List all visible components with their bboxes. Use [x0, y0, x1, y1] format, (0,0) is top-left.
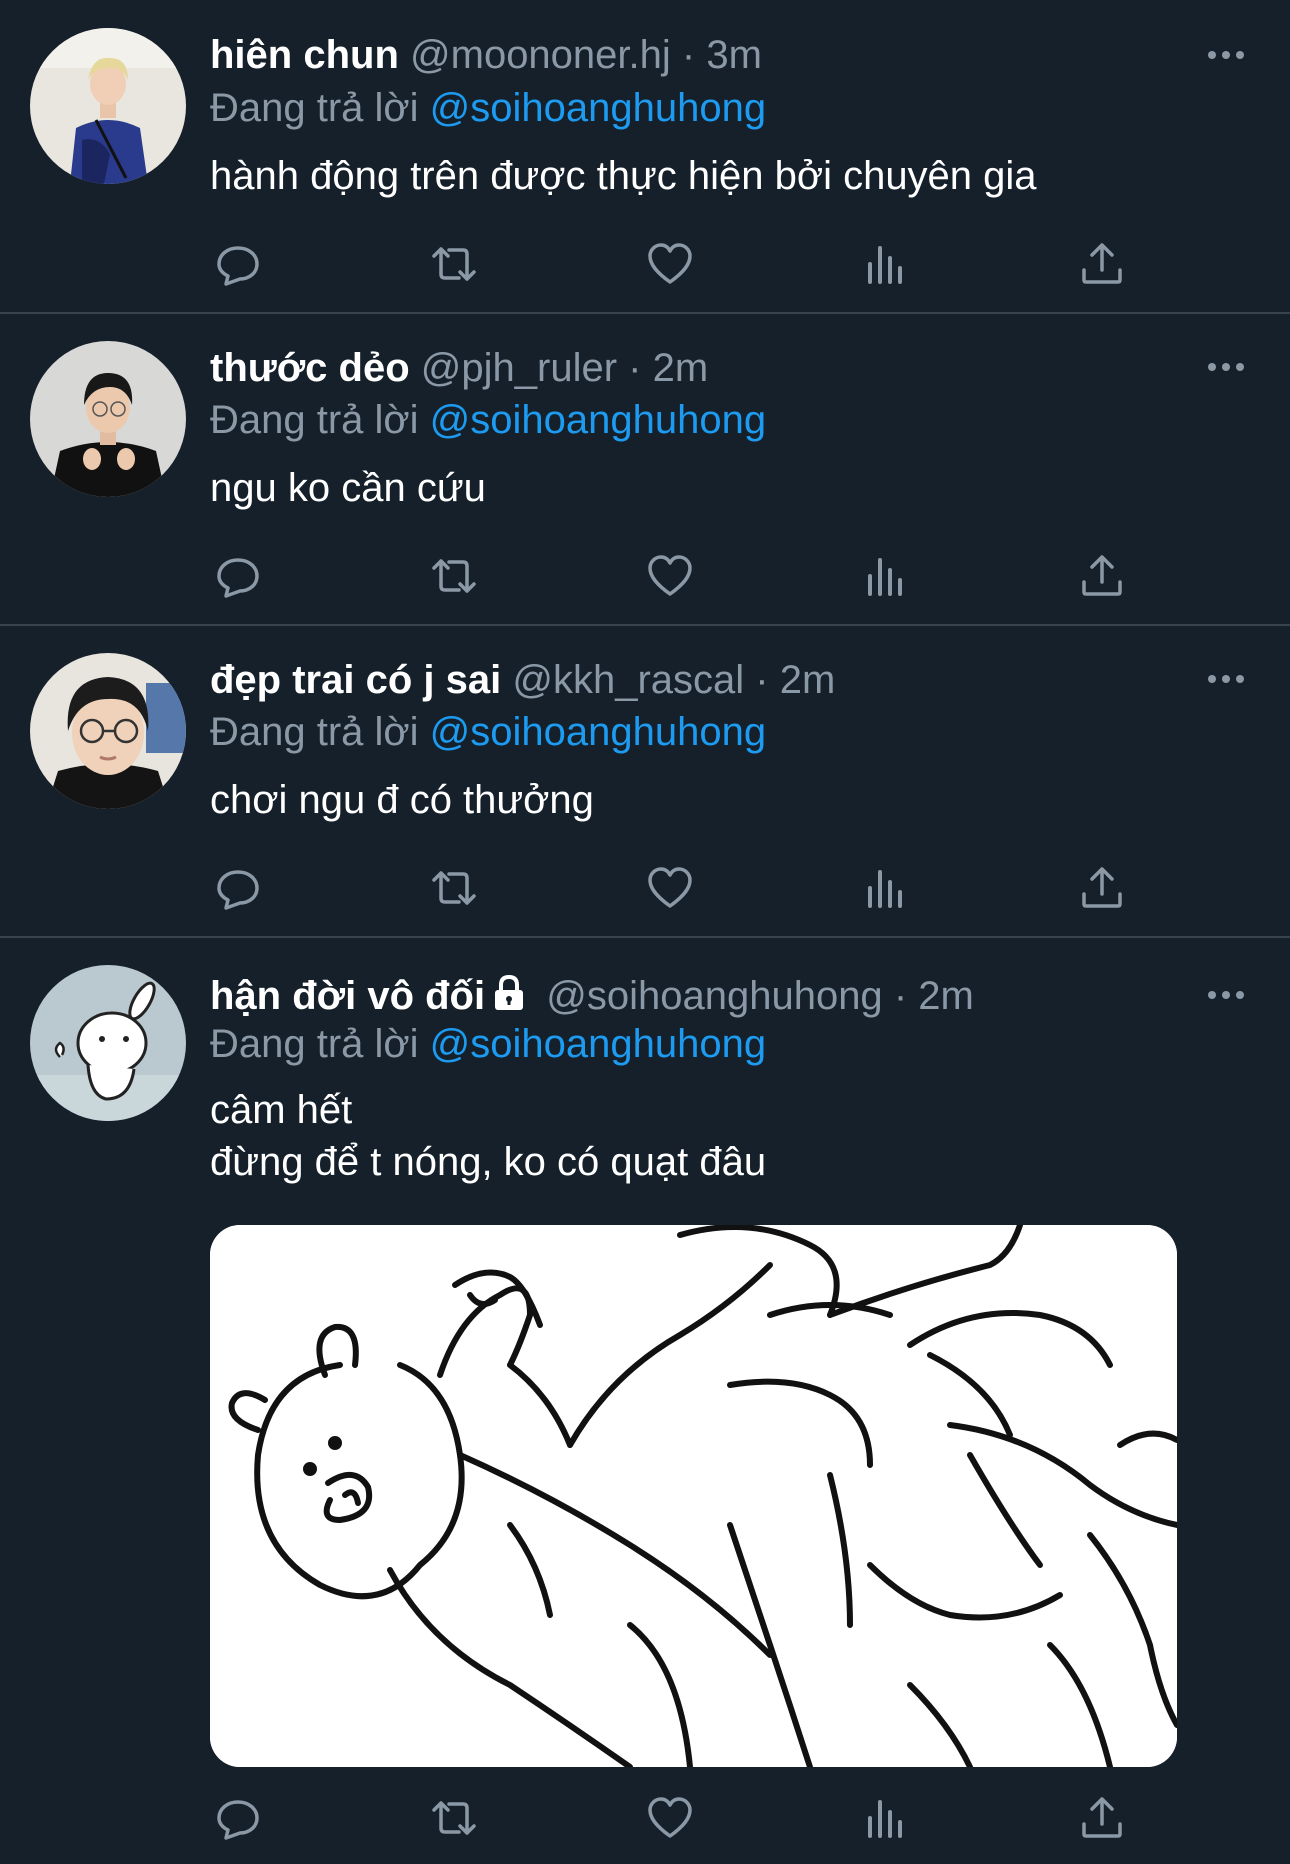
avatar[interactable]: [30, 341, 186, 497]
reply-label: Đang trả lời: [210, 398, 419, 442]
display-name[interactable]: thước dẻo: [210, 346, 410, 390]
share-icon: [1082, 1797, 1122, 1838]
reply-mention[interactable]: @soihoanghuhong: [430, 1022, 766, 1066]
views-icon: [868, 246, 902, 284]
tweet-header: đẹp trai có j sai @kkh_rascal · 2m: [210, 652, 1200, 708]
share-icon: [1082, 243, 1122, 284]
tweet-text-line: đừng để t nóng, ko có quạt đâu: [210, 1140, 767, 1184]
reply-label: Đang trả lời: [210, 86, 419, 130]
share-icon: [1082, 555, 1122, 596]
tweet[interactable]: thước dẻo @pjh_ruler · 2m Đang trả lời @…: [0, 314, 1290, 626]
reply-context: Đang trả lời @soihoanghuhong: [210, 394, 766, 446]
avatar[interactable]: [30, 653, 186, 809]
bear-meme-image: [210, 1225, 1177, 1767]
tweet-header: hận đời vô đối @soihoanghuhong · 2m: [210, 968, 1200, 1024]
display-name[interactable]: hận đời vô đối: [210, 974, 485, 1018]
reply-button[interactable]: [210, 1790, 266, 1846]
action-bar: [210, 1790, 1140, 1846]
reply-button[interactable]: [210, 236, 266, 292]
retweet-icon: [432, 559, 476, 593]
tweet-header: hiên chun @moononer.hj · 3m: [210, 27, 1200, 83]
views-icon: [868, 558, 902, 596]
reply-mention[interactable]: @soihoanghuhong: [430, 398, 766, 442]
share-button[interactable]: [1074, 860, 1130, 916]
retweet-button[interactable]: [426, 1790, 482, 1846]
more-options-icon[interactable]: [1206, 49, 1246, 61]
views-button[interactable]: [858, 1790, 914, 1846]
share-button[interactable]: [1074, 548, 1130, 604]
tweet[interactable]: hận đời vô đối @soihoanghuhong · 2m Đang…: [0, 938, 1290, 1864]
tweet-header: thước dẻo @pjh_ruler · 2m: [210, 340, 1200, 396]
reply-icon: [217, 1800, 259, 1840]
like-icon: [648, 555, 692, 596]
separator-dot: ·: [893, 974, 908, 1018]
reply-icon: [217, 870, 259, 910]
tweet[interactable]: đẹp trai có j sai @kkh_rascal · 2m Đang …: [0, 626, 1290, 938]
like-icon: [648, 243, 692, 284]
like-button[interactable]: [642, 548, 698, 604]
retweet-icon: [432, 871, 476, 905]
user-handle[interactable]: @soihoanghuhong: [546, 974, 882, 1018]
more-options-icon[interactable]: [1206, 989, 1246, 1001]
lock-icon: [495, 974, 524, 1010]
reply-context: Đang trả lời @soihoanghuhong: [210, 706, 766, 758]
timestamp[interactable]: 2m: [780, 658, 836, 702]
separator-dot: ·: [681, 33, 696, 77]
views-button[interactable]: [858, 548, 914, 604]
views-icon: [868, 1800, 902, 1838]
timestamp[interactable]: 2m: [653, 346, 709, 390]
action-bar: [210, 860, 1140, 916]
views-button[interactable]: [858, 860, 914, 916]
share-button[interactable]: [1074, 1790, 1130, 1846]
display-name[interactable]: hiên chun: [210, 33, 399, 77]
reply-icon: [217, 246, 259, 286]
reply-icon: [217, 558, 259, 598]
retweet-button[interactable]: [426, 548, 482, 604]
tweet-media-image[interactable]: [210, 1225, 1177, 1767]
more-options-icon[interactable]: [1206, 361, 1246, 373]
user-handle[interactable]: @moononer.hj: [410, 33, 671, 77]
tweet[interactable]: hiên chun @moononer.hj · 3m Đang trả lời…: [0, 0, 1290, 314]
separator-dot: ·: [755, 658, 769, 702]
reply-mention[interactable]: @soihoanghuhong: [430, 710, 766, 754]
share-button[interactable]: [1074, 236, 1130, 292]
display-name[interactable]: đẹp trai có j sai: [210, 658, 501, 702]
more-options-icon[interactable]: [1206, 673, 1246, 685]
share-icon: [1082, 867, 1122, 908]
retweet-icon: [432, 1801, 476, 1835]
like-button[interactable]: [642, 860, 698, 916]
reply-button[interactable]: [210, 860, 266, 916]
timestamp[interactable]: 2m: [918, 974, 974, 1018]
action-bar: [210, 236, 1140, 292]
avatar[interactable]: [30, 965, 186, 1121]
avatar[interactable]: [30, 28, 186, 184]
tweet-text-line: câm hết: [210, 1088, 353, 1132]
like-button[interactable]: [642, 236, 698, 292]
separator-dot: ·: [628, 346, 642, 390]
retweet-button[interactable]: [426, 860, 482, 916]
reply-label: Đang trả lời: [210, 1022, 419, 1066]
reply-button[interactable]: [210, 548, 266, 604]
action-bar: [210, 548, 1140, 604]
like-icon: [648, 867, 692, 908]
reply-context: Đang trả lời @soihoanghuhong: [210, 1018, 766, 1070]
user-handle[interactable]: @kkh_rascal: [512, 658, 744, 702]
user-handle[interactable]: @pjh_ruler: [421, 346, 617, 390]
retweet-icon: [432, 247, 476, 281]
reply-label: Đang trả lời: [210, 710, 419, 754]
like-button[interactable]: [642, 1790, 698, 1846]
reply-mention[interactable]: @soihoanghuhong: [430, 86, 766, 130]
like-icon: [648, 1797, 692, 1838]
tweet-text-line: ngu ko cần cứu: [210, 466, 486, 510]
tweet-text-line: chơi ngu đ có thưởng: [210, 778, 594, 822]
views-button[interactable]: [858, 236, 914, 292]
retweet-button[interactable]: [426, 236, 482, 292]
views-icon: [868, 870, 902, 908]
reply-context: Đang trả lời @soihoanghuhong: [210, 82, 766, 134]
timestamp[interactable]: 3m: [706, 33, 762, 77]
tweet-text-line: hành động trên được thực hiện bởi chuyên…: [210, 154, 1037, 198]
